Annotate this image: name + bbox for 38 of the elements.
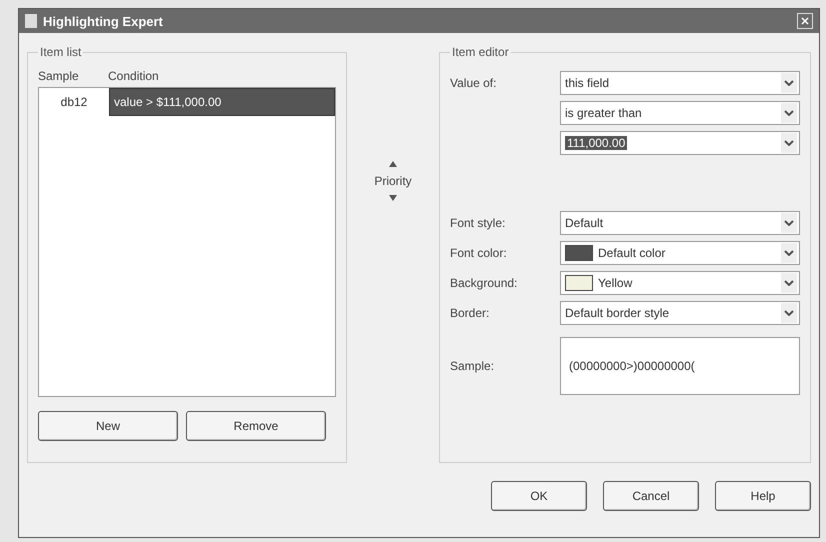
sample-text: db12 bbox=[60, 95, 88, 109]
column-header: Sample bbox=[38, 69, 80, 83]
field-label: Font style: bbox=[450, 216, 506, 230]
dropdown-value: Default color bbox=[598, 246, 666, 260]
dropdown[interactable]: is greater than bbox=[560, 101, 800, 125]
field-label: Background: bbox=[450, 276, 518, 290]
field-label: Sample: bbox=[450, 359, 496, 373]
dialog-button[interactable]: Cancel bbox=[603, 481, 699, 511]
close-icon[interactable] bbox=[797, 13, 813, 29]
group-label: Item list bbox=[39, 45, 82, 59]
field-label: Font color: bbox=[450, 246, 508, 260]
down-arrow-icon[interactable] bbox=[388, 194, 398, 202]
dropdown[interactable]: this field bbox=[560, 71, 800, 95]
dropdown[interactable]: Yellow bbox=[560, 271, 800, 295]
dropdown-value: Yellow bbox=[598, 276, 634, 290]
list-item[interactable]: value > $111,000.00 bbox=[109, 88, 335, 116]
priority-label: Priority bbox=[374, 174, 412, 188]
dropdown[interactable]: Default border style bbox=[560, 301, 800, 325]
sample-preview: (00000000>)00000000( bbox=[560, 337, 800, 395]
dialog-button[interactable]: OK bbox=[491, 481, 587, 511]
window-title: Highlighting Expert bbox=[43, 14, 164, 28]
dropdown[interactable]: Default color bbox=[560, 241, 800, 265]
dropdown-value: Default bbox=[565, 216, 604, 230]
up-arrow-icon[interactable] bbox=[388, 160, 398, 168]
app-icon bbox=[25, 14, 37, 28]
column-header: Condition bbox=[108, 69, 159, 83]
dropdown[interactable]: Default bbox=[560, 211, 800, 235]
list-button[interactable]: New bbox=[38, 411, 178, 441]
dialog-button[interactable]: Help bbox=[715, 481, 811, 511]
group-label: Item editor bbox=[451, 45, 510, 59]
field-label: Value of: bbox=[450, 76, 498, 90]
dropdown-value: is greater than bbox=[565, 106, 643, 120]
dropdown[interactable]: 111,000.00 bbox=[560, 131, 800, 155]
dropdown-value: Default border style bbox=[565, 306, 670, 320]
dropdown-value: this field bbox=[565, 76, 610, 90]
field-label: Border: bbox=[450, 306, 490, 320]
list-button[interactable]: Remove bbox=[186, 411, 326, 441]
dropdown-value: 111,000.00 bbox=[565, 136, 628, 150]
